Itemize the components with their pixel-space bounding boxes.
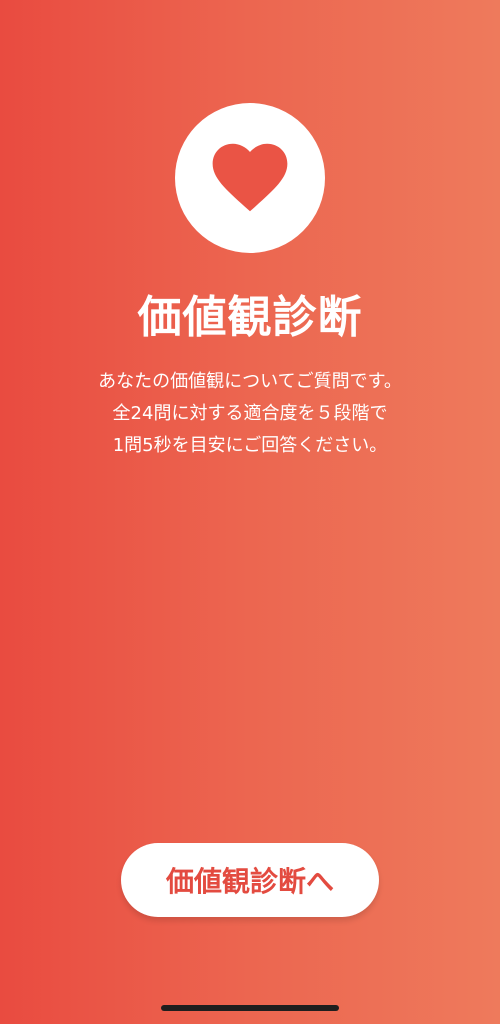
home-indicator[interactable]: [161, 1005, 339, 1011]
description-text: あなたの価値観についてご質問です。 全24問に対する適合度を５段階で 1問5秒を…: [20, 366, 480, 462]
diagnosis-intro-screen: 価値観診断 あなたの価値観についてご質問です。 全24問に対する適合度を５段階で…: [0, 0, 500, 1024]
description-line: 1問5秒を目安にご回答ください。: [112, 435, 388, 456]
heart-icon: [212, 143, 288, 212]
start-diagnosis-button[interactable]: 価値観診断へ: [121, 843, 379, 917]
description-line: 全24問に対する適合度を５段階で: [112, 403, 388, 424]
page-title: 価値観診断: [137, 292, 363, 343]
heart-icon-circle: [175, 103, 325, 253]
description-line: あなたの価値観についてご質問です。: [98, 371, 402, 392]
